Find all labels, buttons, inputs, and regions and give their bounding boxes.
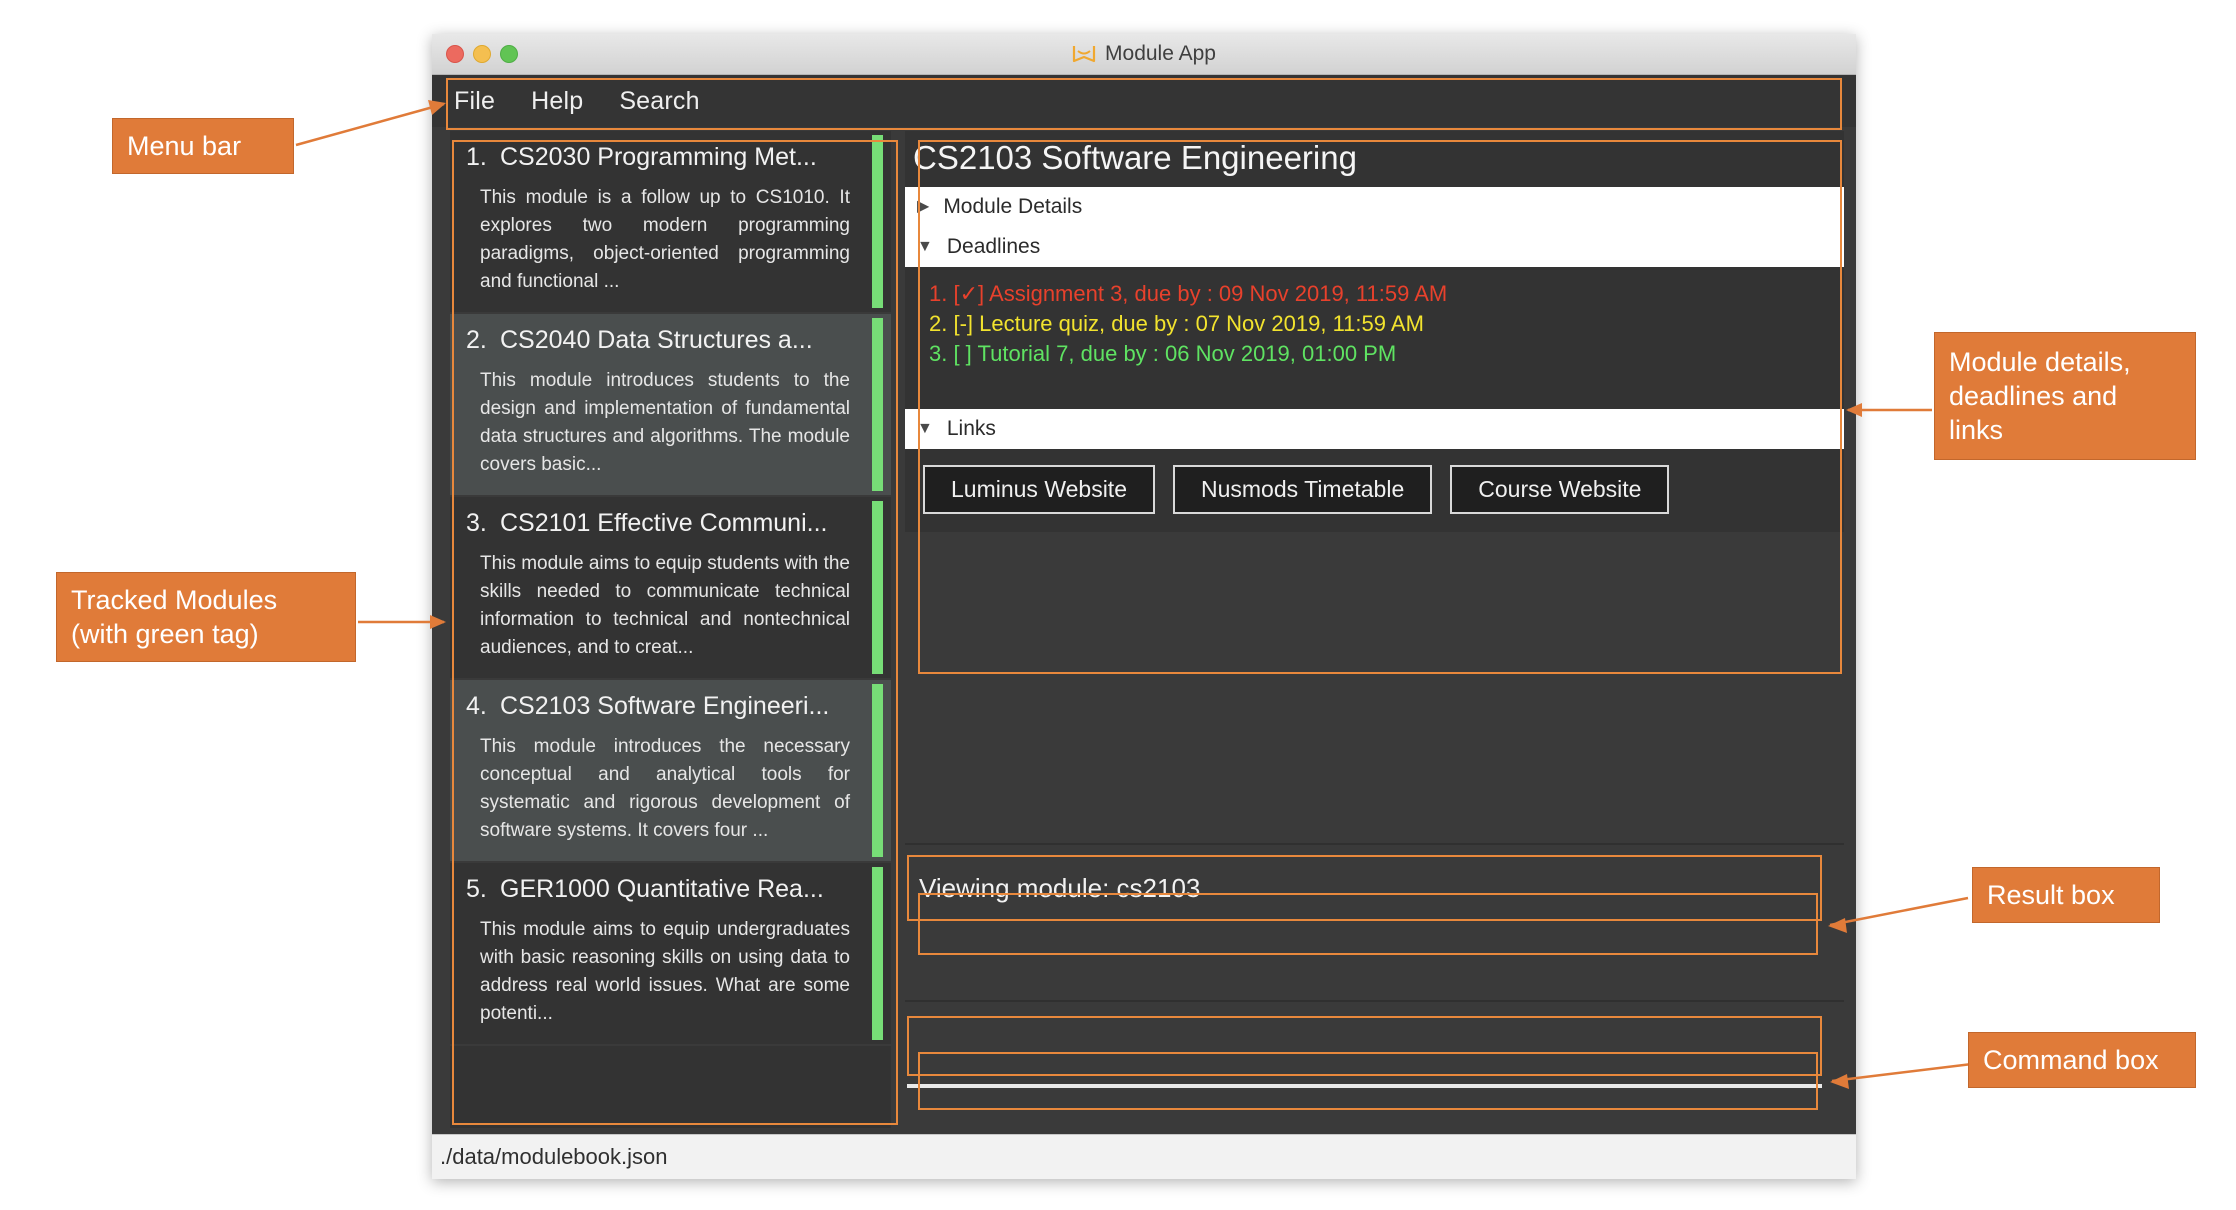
module-index: 1. bbox=[466, 143, 487, 171]
module-card-body: 5. GER1000 Quantitative Rea... This modul… bbox=[450, 863, 868, 1044]
accordion-module-details[interactable]: ▶ Module Details bbox=[905, 187, 1844, 227]
callout-menu-bar: Menu bar bbox=[112, 118, 294, 174]
callout-command-box: Command box bbox=[1968, 1032, 2196, 1088]
callout-module-details: Module details, deadlines and links bbox=[1934, 332, 2196, 460]
callout-label: Tracked Modules (with green tag) bbox=[71, 585, 278, 649]
deadline-item: 2. [-] Lecture quiz, due by : 07 Nov 201… bbox=[929, 311, 1424, 336]
tracked-tag bbox=[872, 501, 883, 674]
menu-bar: File Help Search bbox=[432, 75, 1856, 127]
status-bar: ./data/modulebook.json bbox=[432, 1134, 1856, 1179]
window-title: Module App bbox=[432, 34, 1856, 74]
chevron-right-icon: ▶ bbox=[917, 198, 930, 215]
course-website-button[interactable]: Course Website bbox=[1450, 465, 1670, 514]
module-index: 3. bbox=[466, 509, 487, 537]
module-description: This module introduces the necessary con… bbox=[480, 736, 850, 841]
minimize-window-button[interactable] bbox=[473, 45, 491, 63]
tracked-tag bbox=[872, 318, 883, 491]
details-filler bbox=[905, 532, 1844, 671]
menu-item-help[interactable]: Help bbox=[531, 87, 583, 116]
status-bar-text: ./data/modulebook.json bbox=[440, 1144, 668, 1169]
details-panel: CS2103 Software Engineering ▶ Module Det… bbox=[899, 127, 1856, 1134]
list-item[interactable]: 1. CS2030 Programming Met... This module … bbox=[450, 131, 891, 314]
module-description: This module is a follow up to CS1010. It… bbox=[480, 187, 850, 292]
module-card-body: 1. CS2030 Programming Met... This module … bbox=[450, 131, 868, 312]
tracked-tag bbox=[872, 867, 883, 1040]
accordion-label: Deadlines bbox=[946, 235, 1041, 258]
result-box: Viewing module: cs2103 bbox=[907, 855, 1822, 921]
module-name: CS2030 Programming Met... bbox=[500, 143, 817, 171]
module-index: 2. bbox=[466, 326, 487, 354]
luminus-website-button[interactable]: Luminus Website bbox=[923, 465, 1155, 514]
callout-label: Menu bar bbox=[127, 131, 242, 161]
module-card-body: 2. CS2040 Data Structures a... This modul… bbox=[450, 314, 868, 495]
links-list: Luminus Website Nusmods Timetable Course… bbox=[905, 449, 1844, 532]
deadlines-list: 1. [✓] Assignment 3, due by : 09 Nov 201… bbox=[905, 267, 1844, 409]
result-area: Viewing module: cs2103 bbox=[905, 843, 1844, 1000]
callout-label: Result box bbox=[1987, 880, 2115, 910]
tracked-tag bbox=[872, 135, 883, 308]
maximize-window-button[interactable] bbox=[500, 45, 518, 63]
tracked-tag bbox=[872, 684, 883, 857]
application-window: Module App File Help Search 1. CS2030 Pro… bbox=[432, 34, 1856, 1179]
menu-item-file[interactable]: File bbox=[454, 87, 495, 116]
callout-tracked-modules: Tracked Modules (with green tag) bbox=[56, 572, 356, 662]
module-name: CS2040 Data Structures a... bbox=[500, 326, 813, 354]
panel-spacer bbox=[905, 675, 1844, 843]
list-item[interactable]: 4. CS2103 Software Engineeri... This modu… bbox=[450, 680, 891, 863]
accordion-label: Module Details bbox=[943, 195, 1083, 218]
callout-result-box: Result box bbox=[1972, 867, 2160, 923]
module-name: GER1000 Quantitative Rea... bbox=[500, 875, 824, 903]
module-card-title: 5. GER1000 Quantitative Rea... bbox=[466, 875, 852, 904]
command-area bbox=[905, 1000, 1844, 1134]
module-name: CS2103 Software Engineeri... bbox=[500, 692, 830, 720]
nusmods-timetable-button[interactable]: Nusmods Timetable bbox=[1173, 465, 1433, 514]
result-text: Viewing module: cs2103 bbox=[919, 872, 1201, 903]
page-title: CS2103 Software Engineering bbox=[905, 131, 1844, 187]
accordion-links[interactable]: ▼ Links bbox=[905, 409, 1844, 449]
module-card-title: 2. CS2040 Data Structures a... bbox=[466, 326, 852, 355]
module-list[interactable]: 1. CS2030 Programming Met... This module … bbox=[450, 131, 891, 1128]
module-list-panel: 1. CS2030 Programming Met... This module … bbox=[432, 127, 899, 1134]
module-card-title: 3. CS2101 Effective Communi... bbox=[466, 509, 852, 538]
module-description: This module aims to equip undergraduates… bbox=[480, 919, 850, 1024]
list-item[interactable]: 3. CS2101 Effective Communi... This modul… bbox=[450, 497, 891, 680]
command-input[interactable] bbox=[907, 1016, 1822, 1076]
module-name: CS2101 Effective Communi... bbox=[500, 509, 828, 537]
command-underline bbox=[907, 1084, 1822, 1088]
deadline-item: 1. [✓] Assignment 3, due by : 09 Nov 201… bbox=[929, 281, 1448, 306]
module-card-body: 4. CS2103 Software Engineeri... This modu… bbox=[450, 680, 868, 861]
window-title-text: Module App bbox=[1105, 42, 1216, 65]
list-item[interactable]: 5. GER1000 Quantitative Rea... This modul… bbox=[450, 863, 891, 1046]
menu-item-search[interactable]: Search bbox=[619, 87, 699, 116]
module-index: 5. bbox=[466, 875, 487, 903]
callout-label: Command box bbox=[1983, 1045, 2159, 1075]
chevron-down-icon: ▼ bbox=[917, 420, 933, 437]
module-card-body: 3. CS2101 Effective Communi... This modul… bbox=[450, 497, 868, 678]
accordion-deadlines[interactable]: ▼ Deadlines bbox=[905, 227, 1844, 267]
close-window-button[interactable] bbox=[446, 45, 464, 63]
main-content: 1. CS2030 Programming Met... This module … bbox=[432, 127, 1856, 1134]
module-index: 4. bbox=[466, 692, 487, 720]
module-description: This module introduces students to the d… bbox=[480, 370, 850, 475]
deadline-item: 3. [ ] Tutorial 7, due by : 06 Nov 2019,… bbox=[929, 341, 1397, 366]
callout-label: Module details, deadlines and links bbox=[1949, 347, 2131, 445]
list-item[interactable]: 2. CS2040 Data Structures a... This modul… bbox=[450, 314, 891, 497]
book-icon bbox=[1072, 46, 1096, 63]
window-traffic-lights bbox=[446, 45, 518, 63]
window-title-bar: Module App bbox=[432, 34, 1856, 75]
module-description: This module aims to equip students with … bbox=[480, 553, 850, 658]
module-card-title: 4. CS2103 Software Engineeri... bbox=[466, 692, 852, 721]
module-card-title: 1. CS2030 Programming Met... bbox=[466, 143, 852, 172]
chevron-down-icon: ▼ bbox=[917, 238, 933, 255]
module-details-container: CS2103 Software Engineering ▶ Module Det… bbox=[905, 131, 1844, 671]
accordion-label: Links bbox=[946, 417, 996, 440]
